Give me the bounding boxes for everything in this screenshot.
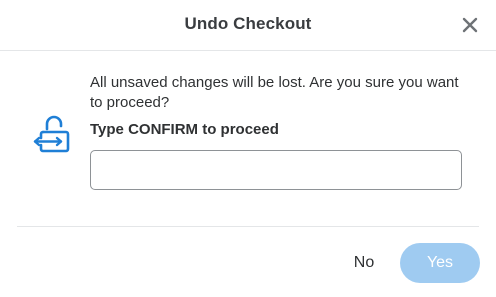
confirm-label: Type CONFIRM to proceed bbox=[90, 121, 279, 138]
no-button[interactable]: No bbox=[342, 244, 386, 282]
close-icon bbox=[462, 17, 478, 33]
footer-divider bbox=[17, 226, 479, 227]
undo-checkout-dialog: Undo Checkout All unsaved changes will b… bbox=[0, 0, 496, 297]
close-button[interactable] bbox=[458, 13, 482, 37]
confirm-input[interactable] bbox=[90, 150, 462, 190]
yes-button[interactable]: Yes bbox=[400, 243, 480, 283]
dialog-header: Undo Checkout bbox=[0, 0, 496, 50]
warning-message: All unsaved changes will be lost. Are yo… bbox=[90, 74, 459, 111]
unlock-exchange-icon bbox=[33, 115, 70, 153]
dialog-title: Undo Checkout bbox=[184, 14, 312, 33]
header-divider bbox=[0, 50, 496, 51]
